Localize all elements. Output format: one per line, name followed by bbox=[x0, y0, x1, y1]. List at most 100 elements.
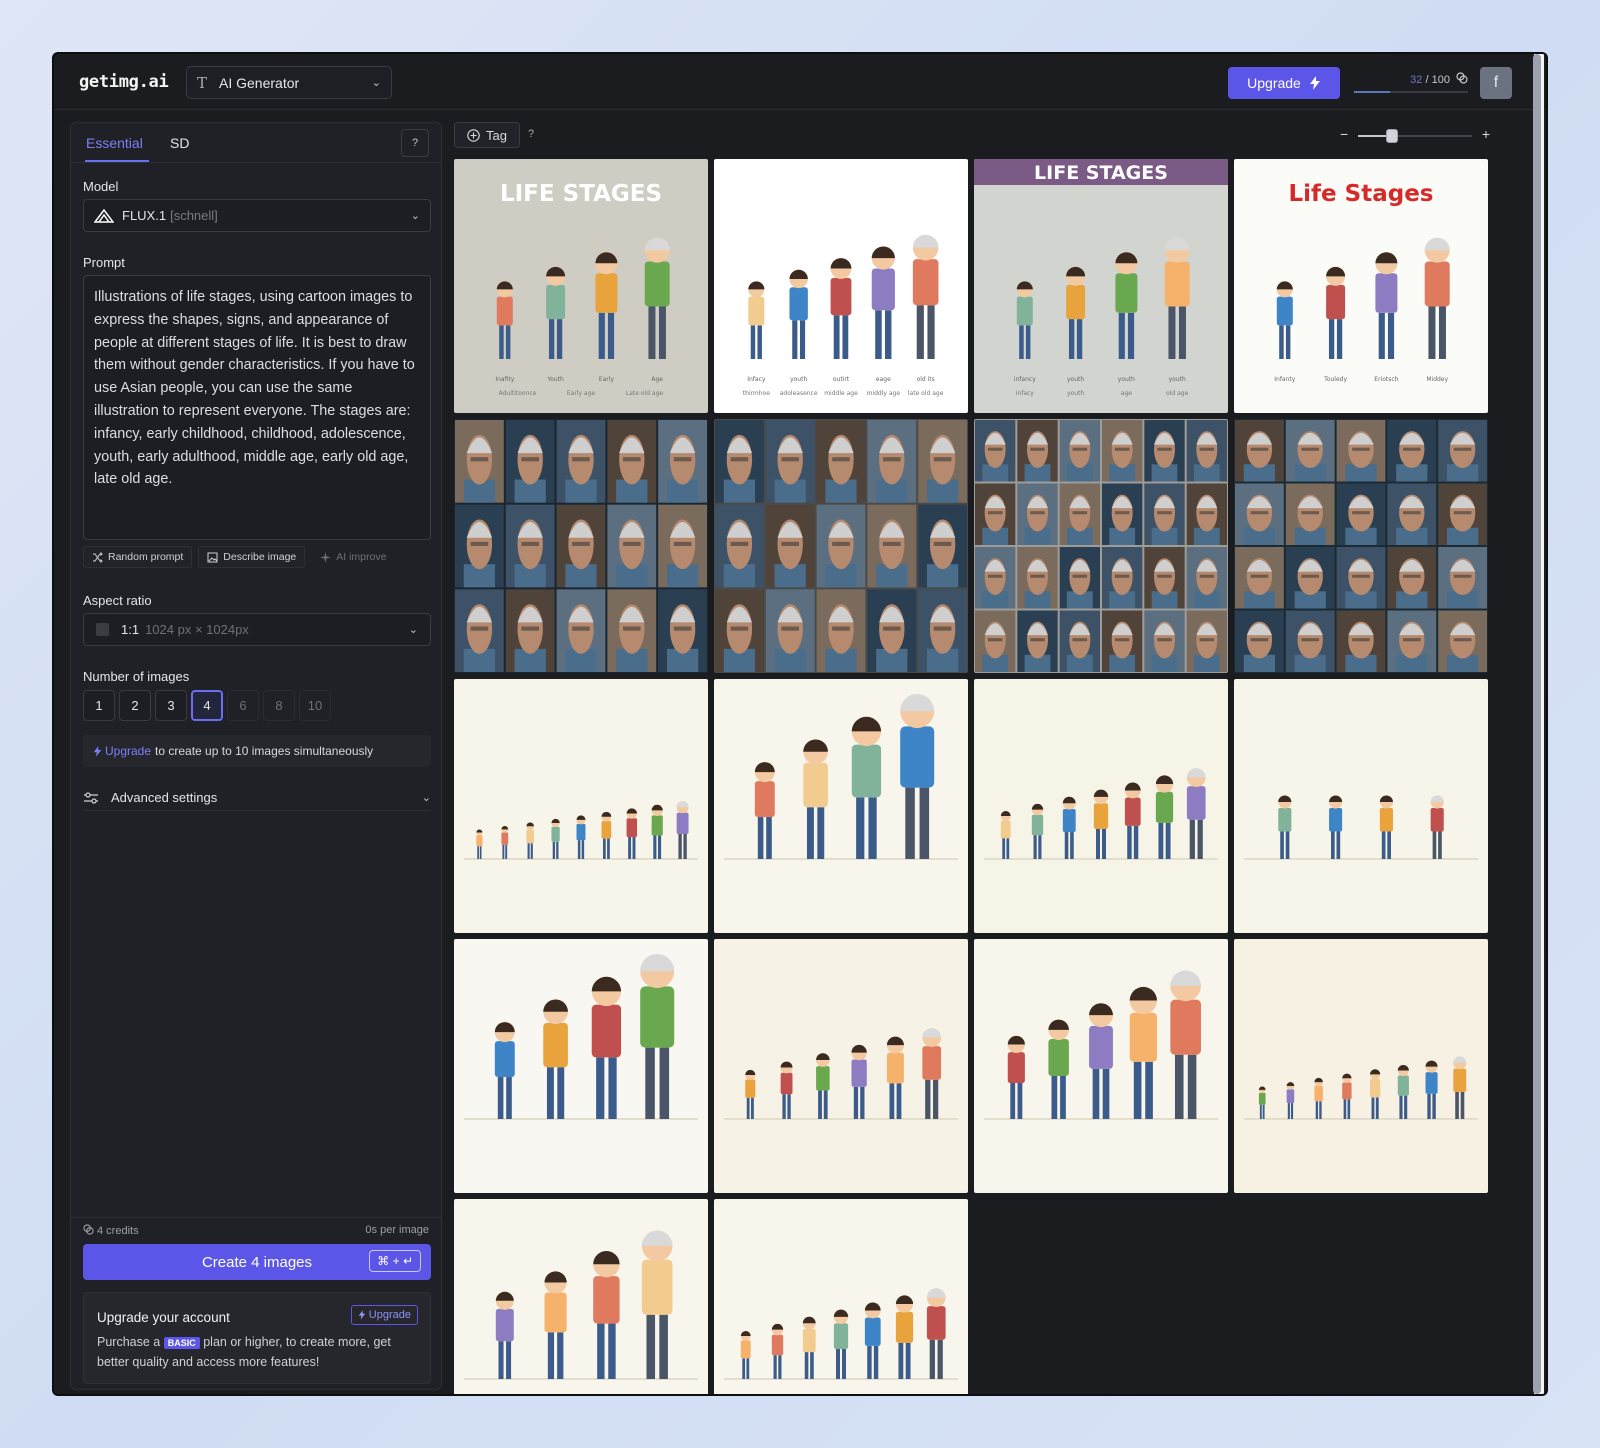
portrait-face bbox=[1285, 483, 1335, 545]
prompt-textarea[interactable]: Illustrations of life stages, using cart… bbox=[83, 275, 431, 540]
poster-sublabel: Late old age bbox=[626, 390, 664, 397]
poster-sublabel: thirmhoe bbox=[743, 390, 771, 397]
num-option-6[interactable]: 6 bbox=[227, 690, 259, 721]
portrait-face bbox=[1235, 420, 1284, 482]
generated-image bbox=[454, 679, 708, 933]
create-images-button[interactable]: Create 4 images ⌘ + ↵ bbox=[83, 1244, 431, 1280]
generated-image bbox=[1234, 939, 1488, 1193]
zoom-out-icon[interactable]: − bbox=[1340, 126, 1348, 142]
describe-image-button[interactable]: Describe image bbox=[198, 546, 306, 568]
portrait-face bbox=[1438, 483, 1487, 545]
square-ratio-icon bbox=[96, 623, 109, 636]
generated-image-tile[interactable] bbox=[974, 679, 1228, 933]
poster-sublabel: infacy bbox=[1016, 390, 1035, 397]
zoom-in-icon[interactable]: + bbox=[1482, 126, 1490, 142]
tag-label: Tag bbox=[486, 127, 507, 143]
portrait-face bbox=[816, 589, 866, 672]
generated-image-tile[interactable]: LIFE STAGES infancy youth youth youth infacy y… bbox=[974, 159, 1228, 413]
portrait-face bbox=[715, 589, 764, 672]
add-tag-button[interactable]: Tag bbox=[454, 122, 520, 148]
portrait-face bbox=[556, 420, 606, 503]
generated-image bbox=[974, 419, 1228, 673]
generated-image-tile[interactable]: Infacy youth outirt eage old its thirmhoe adol… bbox=[714, 159, 968, 413]
portrait-face bbox=[607, 504, 657, 588]
app-logo[interactable]: getimg.ai bbox=[79, 72, 169, 92]
generated-image-tile[interactable] bbox=[454, 679, 708, 933]
portrait-face bbox=[1438, 547, 1487, 609]
portrait-face bbox=[1235, 483, 1284, 545]
number-of-images-options: 1 2 3 4 6 8 10 bbox=[83, 690, 331, 721]
portrait-face bbox=[765, 589, 815, 672]
portrait-face bbox=[918, 504, 967, 588]
generated-image-tile[interactable] bbox=[1234, 419, 1488, 673]
generated-image-tile[interactable]: LIFE STAGES Inafity Youth Early Age Adultitoo… bbox=[454, 159, 708, 413]
coins-icon bbox=[83, 1224, 94, 1235]
tab-sd[interactable]: SD bbox=[170, 135, 189, 151]
generated-image-tile[interactable] bbox=[714, 679, 968, 933]
generated-image bbox=[454, 1199, 708, 1394]
poster-label: outirt bbox=[833, 376, 850, 383]
generated-image-tile[interactable] bbox=[974, 939, 1228, 1193]
help-button[interactable]: ? bbox=[401, 129, 429, 157]
num-option-1[interactable]: 1 bbox=[83, 690, 115, 721]
generated-image-tile[interactable] bbox=[454, 1199, 708, 1394]
model-variant: [schnell] bbox=[170, 208, 218, 223]
zoom-thumb[interactable] bbox=[1386, 129, 1399, 143]
mode-select[interactable]: T AI Generator ⌄ bbox=[186, 66, 392, 99]
model-select[interactable]: FLUX.1 [schnell] ⌄ bbox=[83, 199, 431, 232]
scrollbar[interactable] bbox=[1533, 54, 1544, 1394]
poster-label: youth bbox=[1169, 376, 1186, 383]
portrait-face bbox=[816, 420, 866, 503]
upgrade-button[interactable]: Upgrade bbox=[1228, 67, 1340, 99]
ai-improve-button[interactable]: AI improve bbox=[311, 546, 395, 568]
num-option-2[interactable]: 2 bbox=[119, 690, 151, 721]
num-option-4[interactable]: 4 bbox=[191, 690, 223, 721]
avatar[interactable]: f bbox=[1480, 67, 1512, 99]
help-icon[interactable]: ? bbox=[528, 128, 534, 140]
poster-sublabel: middle age bbox=[824, 390, 858, 397]
credits-progress-fill bbox=[1354, 91, 1391, 93]
upgrade-button-label: Upgrade bbox=[1247, 75, 1301, 91]
credits-cost-text: 4 credits bbox=[97, 1225, 139, 1237]
generated-image-tile[interactable] bbox=[1234, 679, 1488, 933]
num-option-3[interactable]: 3 bbox=[155, 690, 187, 721]
generated-image-tile[interactable] bbox=[974, 419, 1228, 673]
poster-label: infancy bbox=[1014, 376, 1036, 383]
number-of-images-label: Number of images bbox=[83, 669, 190, 684]
zoom-track[interactable] bbox=[1358, 135, 1472, 137]
lightning-icon bbox=[93, 745, 102, 757]
generated-image: LIFE STAGES infancy youth youth youth infacy y… bbox=[974, 159, 1228, 413]
generated-image-tile[interactable] bbox=[454, 419, 708, 673]
generated-image-tile[interactable] bbox=[714, 1199, 968, 1394]
upsell-upgrade-link[interactable]: Upgrade bbox=[105, 744, 151, 758]
poster-sublabel: youth bbox=[1067, 390, 1084, 397]
advanced-settings-toggle[interactable]: Advanced settings ⌄ bbox=[83, 785, 431, 811]
generated-image bbox=[1234, 679, 1488, 933]
poster-sublabel: Adultitoonce bbox=[499, 390, 537, 397]
create-images-label: Create 4 images bbox=[201, 1253, 313, 1271]
scrollbar-thumb[interactable] bbox=[1533, 54, 1541, 1394]
tab-essential[interactable]: Essential bbox=[86, 135, 143, 151]
poster-label: youth bbox=[790, 376, 807, 383]
generated-image-tile[interactable] bbox=[1234, 939, 1488, 1193]
portrait-face bbox=[1387, 420, 1437, 482]
help-icon: ? bbox=[411, 137, 419, 149]
portrait-face bbox=[1017, 420, 1058, 482]
generated-image-tile[interactable]: Life Stages Infanty Touledy Eriotsch Middey bbox=[1234, 159, 1488, 413]
zoom-slider[interactable]: − + bbox=[1340, 126, 1490, 146]
random-prompt-button[interactable]: Random prompt bbox=[83, 546, 193, 568]
num-option-8[interactable]: 8 bbox=[263, 690, 295, 721]
advanced-settings-label: Advanced settings bbox=[111, 790, 218, 805]
generated-image-tile[interactable] bbox=[714, 419, 968, 673]
image-icon bbox=[207, 552, 218, 562]
generated-image-tile[interactable] bbox=[714, 939, 968, 1193]
aspect-ratio-select[interactable]: 1:1 1024 px × 1024px ⌄ bbox=[83, 613, 431, 646]
portrait-face bbox=[1186, 547, 1227, 609]
generated-image bbox=[714, 679, 968, 933]
generated-image-tile[interactable] bbox=[454, 939, 708, 1193]
upgrade-card-button[interactable]: Upgrade bbox=[350, 1305, 418, 1325]
num-option-10[interactable]: 10 bbox=[299, 690, 331, 721]
portrait-face bbox=[1438, 420, 1487, 482]
image-gallery: LIFE STAGES Inafity Youth Early Age Adultitoo… bbox=[454, 159, 1490, 1394]
settings-sidebar: Essential SD ? Model FLUX.1 [schnell] ⌄ … bbox=[70, 122, 442, 1390]
